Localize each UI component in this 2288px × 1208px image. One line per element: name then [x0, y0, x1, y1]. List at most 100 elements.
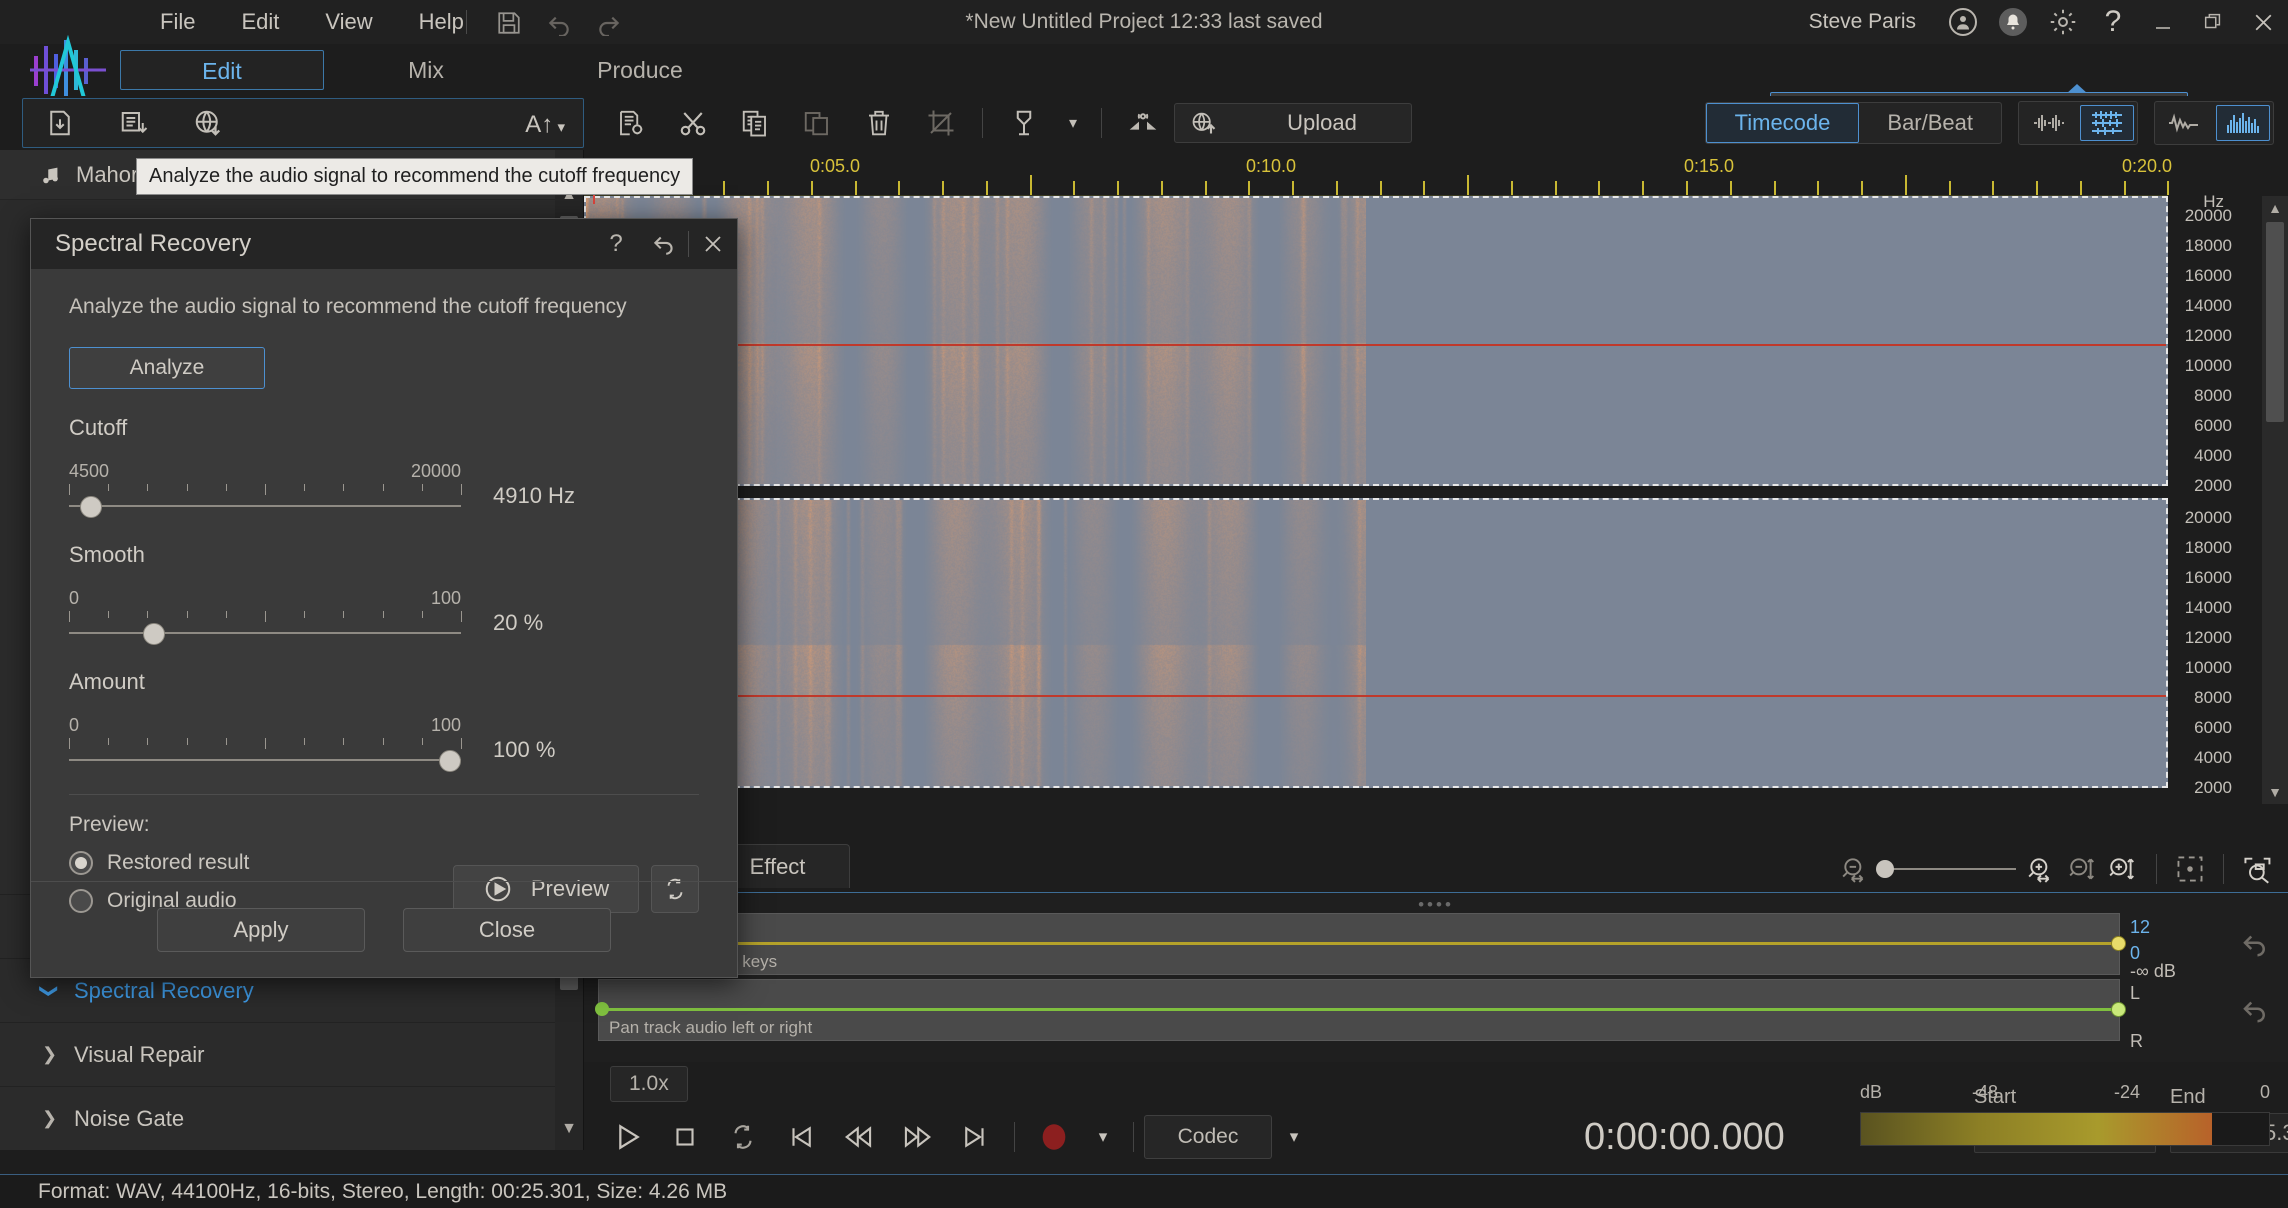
- minimize-button[interactable]: [2138, 0, 2188, 44]
- cutoff-slider[interactable]: 4500 20000: [69, 461, 461, 516]
- spectrogram-channel-right[interactable]: [584, 498, 2168, 788]
- zoom-out-horizontal-icon[interactable]: [1838, 855, 1872, 883]
- cut-icon[interactable]: [662, 108, 724, 138]
- account-icon[interactable]: [1938, 0, 1988, 44]
- scrollbar-thumb[interactable]: [2266, 222, 2284, 422]
- record-icon[interactable]: [1025, 1120, 1083, 1154]
- skip-start-icon[interactable]: [772, 1122, 830, 1152]
- upload-button[interactable]: Upload: [1174, 103, 1412, 143]
- save-file-icon[interactable]: [97, 108, 171, 138]
- scroll-up-icon[interactable]: ▲: [2262, 196, 2288, 220]
- close-icon[interactable]: [689, 219, 737, 269]
- spectrogram-channel-left[interactable]: [584, 196, 2168, 486]
- fade-icon[interactable]: [1112, 107, 1174, 139]
- tab-produce[interactable]: Produce: [540, 50, 740, 90]
- panel-drag-handle[interactable]: ••••: [584, 895, 2288, 915]
- ruler-tick: [1905, 175, 1907, 195]
- undo-icon[interactable]: [546, 10, 572, 36]
- zoom-selection-icon[interactable]: [2242, 854, 2274, 884]
- close-button[interactable]: Close: [403, 908, 611, 952]
- analyze-button[interactable]: Analyze: [69, 347, 265, 389]
- effect-row-visual-repair[interactable]: ❯ Visual Repair: [0, 1022, 555, 1086]
- delete-icon[interactable]: [848, 108, 910, 138]
- help-icon[interactable]: ?: [2088, 0, 2138, 44]
- ruler-tick: [1117, 181, 1119, 195]
- tab-edit[interactable]: Edit: [120, 50, 324, 90]
- play-icon[interactable]: [598, 1121, 656, 1153]
- skip-end-icon[interactable]: [946, 1122, 1004, 1152]
- menu-item-file[interactable]: File: [160, 9, 195, 35]
- save-icon[interactable]: [496, 10, 522, 36]
- copy-icon[interactable]: [724, 108, 786, 138]
- zoom-out-vertical-icon[interactable]: [2066, 855, 2098, 883]
- pan-envelope-line[interactable]: [599, 1008, 2119, 1011]
- barbeat-button[interactable]: Bar/Beat: [1859, 103, 2001, 143]
- scroll-down-icon[interactable]: ▼: [555, 1114, 583, 1144]
- import-icon[interactable]: [23, 108, 97, 138]
- fit-to-window-icon[interactable]: [2175, 854, 2205, 884]
- font-size-button[interactable]: A↑ ▾: [525, 111, 565, 139]
- gear-icon[interactable]: [2038, 0, 2088, 44]
- spectrogram-vertical-scrollbar[interactable]: ▲ ▼: [2262, 196, 2288, 804]
- fast-forward-icon[interactable]: [888, 1122, 946, 1152]
- smooth-track[interactable]: [69, 623, 461, 643]
- codec-chevron-icon[interactable]: ▾: [1272, 1127, 1316, 1147]
- slider-tick: [69, 738, 70, 749]
- volume-envelope-handle[interactable]: [2111, 936, 2126, 951]
- rewind-icon[interactable]: [830, 1122, 888, 1152]
- zoom-slider[interactable]: [1880, 868, 2016, 870]
- effect-row-noise-gate[interactable]: ❯ Noise Gate: [0, 1086, 555, 1150]
- cutoff-track[interactable]: [69, 496, 461, 516]
- volume-reset-icon[interactable]: [2240, 929, 2274, 959]
- reset-icon[interactable]: [640, 219, 688, 269]
- amount-slider[interactable]: 0 100: [69, 715, 461, 770]
- volume-envelope-lane[interactable]: me using volume keys: [598, 913, 2120, 975]
- pan-envelope-start[interactable]: [595, 1002, 609, 1016]
- tab-mix[interactable]: Mix: [344, 50, 508, 90]
- waveform-single-icon[interactable]: [2022, 105, 2076, 141]
- dialog-title-bar: Spectral Recovery ?: [31, 219, 737, 269]
- loop-icon[interactable]: [714, 1122, 772, 1152]
- volume-envelope-line[interactable]: [599, 942, 2119, 945]
- ruler-tick: [1248, 181, 1250, 195]
- pan-envelope-lane[interactable]: Pan track audio left or right: [598, 979, 2120, 1041]
- pan-reset-icon[interactable]: [2240, 995, 2274, 1025]
- properties-icon[interactable]: [600, 108, 662, 138]
- spectrogram-display-icon[interactable]: [2216, 105, 2270, 141]
- restore-button[interactable]: [2188, 0, 2238, 44]
- marker-icon[interactable]: [993, 108, 1055, 138]
- stop-icon[interactable]: [656, 1122, 714, 1152]
- scroll-down-icon[interactable]: ▼: [2262, 780, 2288, 804]
- amount-track[interactable]: [69, 750, 461, 770]
- cutoff-knob[interactable]: [80, 496, 102, 518]
- apply-button[interactable]: Apply: [157, 908, 365, 952]
- timeline-ruler[interactable]: 0:00.0 0:05.0 0:10.0 0:15.0 0:20.0 0:2: [584, 150, 2168, 196]
- help-icon[interactable]: ?: [592, 219, 640, 269]
- waveform-multi-icon[interactable]: [2080, 105, 2134, 141]
- menu-item-view[interactable]: View: [325, 9, 372, 35]
- smooth-knob[interactable]: [143, 623, 165, 645]
- paste-icon[interactable]: [786, 108, 848, 138]
- chevron-down-icon[interactable]: ▾: [1055, 113, 1091, 133]
- menu-item-help[interactable]: Help: [419, 9, 464, 35]
- spectrogram-area[interactable]: [584, 196, 2168, 804]
- pan-envelope-handle[interactable]: [2111, 1002, 2126, 1017]
- notification-icon[interactable]: [1988, 0, 2038, 44]
- codec-button[interactable]: Codec: [1144, 1115, 1272, 1159]
- close-button[interactable]: [2238, 0, 2288, 44]
- playback-speed-button[interactable]: 1.0x: [610, 1066, 688, 1102]
- zoom-in-horizontal-icon[interactable]: [2024, 855, 2058, 883]
- amount-knob[interactable]: [439, 750, 461, 772]
- menu-item-edit[interactable]: Edit: [241, 9, 279, 35]
- smooth-slider[interactable]: 0 100: [69, 588, 461, 643]
- zoom-slider-knob[interactable]: [1876, 860, 1894, 878]
- ruler-tick: [1774, 181, 1776, 195]
- waveform-display-icon[interactable]: [2158, 105, 2212, 141]
- zoom-in-vertical-icon[interactable]: [2106, 855, 2138, 883]
- redo-icon[interactable]: [596, 10, 622, 36]
- timecode-button[interactable]: Timecode: [1706, 103, 1860, 143]
- record-options-chevron-icon[interactable]: ▾: [1083, 1127, 1123, 1147]
- effect-label: Visual Repair: [74, 1042, 204, 1068]
- globe-download-icon[interactable]: [171, 108, 245, 138]
- crop-icon[interactable]: [910, 108, 972, 138]
